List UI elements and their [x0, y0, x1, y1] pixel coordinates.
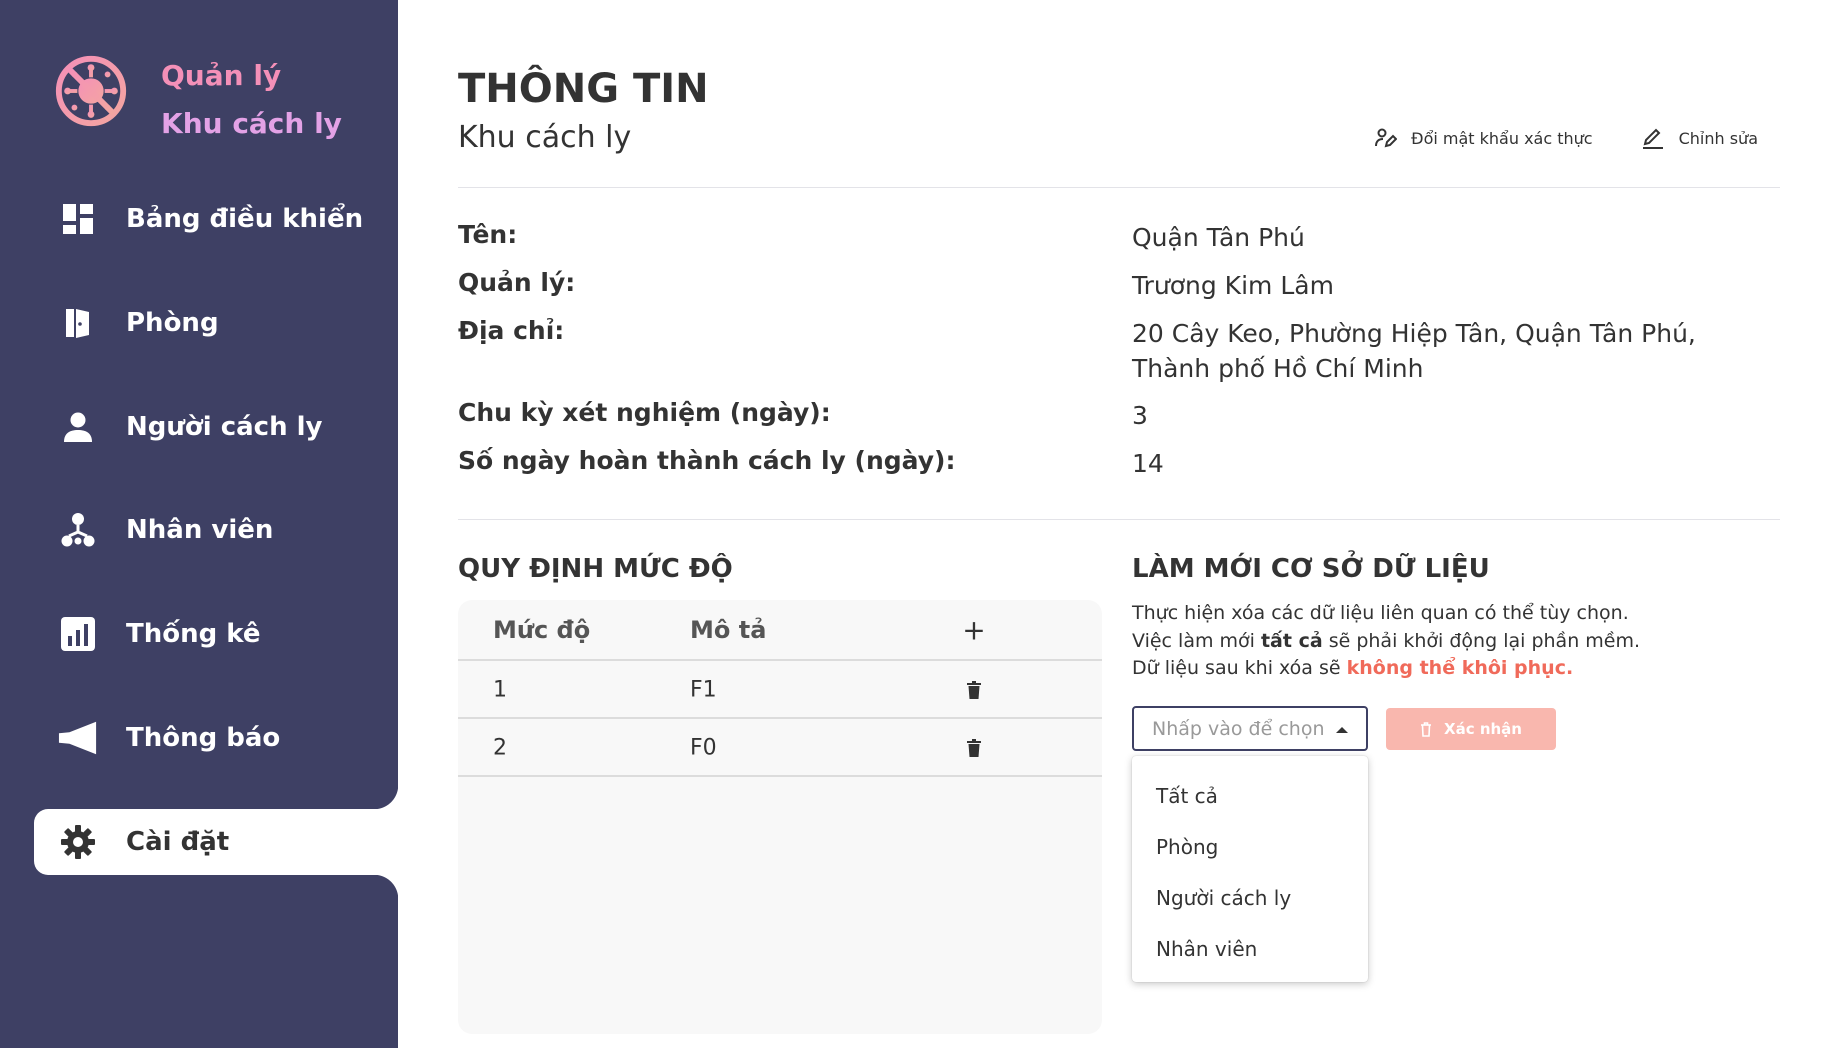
select-placeholder: Nhấp vào để chọn [1152, 717, 1325, 740]
table-row: 1 F1 [458, 663, 1102, 719]
dropdown-option-staff[interactable]: Nhân viên [1132, 923, 1368, 974]
refresh-warning: không thể khôi phục. [1346, 657, 1574, 679]
page-title: THÔNG TIN [458, 66, 709, 112]
refresh-line1: Thực hiện xóa các dữ liệu liên quan có t… [1132, 602, 1629, 624]
sidebar-item-rooms[interactable]: Phòng [34, 290, 398, 356]
sidebar-item-label: Nhân viên [126, 515, 274, 545]
column-header-description: Mô tả [690, 615, 767, 644]
sidebar-item-label: Thông báo [126, 723, 281, 753]
refresh-title: LÀM MỚI CƠ SỞ DỮ LIỆU [1132, 554, 1490, 584]
edit-button[interactable]: Chỉnh sửa [1641, 126, 1758, 150]
person-icon [58, 407, 98, 447]
info-label: Tên: [458, 220, 518, 249]
info-label: Chu kỳ xét nghiệm (ngày): [458, 398, 831, 427]
refresh-line2-post: sẽ phải khởi động lại phần mềm. [1322, 629, 1641, 652]
table-row: 2 F0 [458, 721, 1102, 777]
confirm-label: Xác nhận [1444, 720, 1522, 738]
app-title-line1: Quản lý [161, 59, 282, 92]
sidebar-item-label: Cài đặt [126, 827, 230, 857]
info-value: 20 Cây Keo, Phường Hiệp Tân, Quận Tân Ph… [1132, 319, 1696, 383]
sidebar: Quản lý Khu cách ly Bảng điều khiển Phòn… [0, 0, 398, 1048]
info-value: 14 [1132, 449, 1164, 478]
caret-up-icon [1336, 727, 1348, 733]
dropdown-option-quarantined[interactable]: Người cách ly [1132, 872, 1368, 923]
main-content: THÔNG TIN Khu cách ly Đổi mật khẩu xác t… [458, 0, 1780, 1048]
sidebar-item-notifications[interactable]: Thông báo [34, 705, 398, 771]
sidebar-item-staff[interactable]: Nhân viên [34, 497, 398, 563]
sidebar-item-label: Phòng [126, 308, 219, 338]
sidebar-item-statistics[interactable]: Thống kê [34, 601, 398, 667]
description-cell: F0 [690, 735, 717, 761]
description-cell: F1 [690, 677, 717, 703]
info-label: Quản lý: [458, 268, 576, 297]
info-label: Địa chỉ: [458, 316, 565, 345]
sidebar-item-quarantined[interactable]: Người cách ly [34, 394, 398, 460]
refresh-line2-pre: Việc làm mới [1132, 629, 1261, 652]
refresh-line2: Việc làm mới tất cả sẽ phải khởi động lạ… [1132, 628, 1752, 656]
refresh-options-dropdown: Tất cả Phòng Người cách ly Nhân viên [1132, 756, 1368, 982]
dropdown-option-all[interactable]: Tất cả [1132, 770, 1368, 821]
refresh-line3-pre: Dữ liệu sau khi xóa sẽ [1132, 657, 1347, 679]
sidebar-item-label: Bảng điều khiển [126, 204, 364, 234]
trash-icon [1421, 721, 1432, 737]
levels-table: Mức độ Mô tả + 1 F1 2 F0 [458, 600, 1102, 1034]
sidebar-item-settings[interactable]: Cài đặt [34, 785, 398, 899]
door-icon [58, 303, 98, 343]
refresh-description: Thực hiện xóa các dữ liệu liên quan có t… [1132, 600, 1752, 683]
level-cell: 1 [493, 677, 507, 703]
sidebar-item-label: Người cách ly [126, 412, 323, 442]
page-subtitle: Khu cách ly [458, 120, 632, 155]
virus-prohibited-icon [55, 55, 127, 127]
sidebar-item-label: Thống kê [126, 619, 261, 649]
pencil-icon [1642, 128, 1663, 149]
megaphone-icon [58, 718, 98, 758]
edit-label: Chỉnh sửa [1678, 128, 1758, 148]
refresh-line2-bold: tất cả [1260, 629, 1323, 652]
delete-row-button[interactable] [962, 739, 986, 757]
divider [458, 187, 1780, 188]
delete-row-button[interactable] [962, 681, 986, 699]
org-chart-icon [58, 510, 98, 550]
info-value: Quận Tân Phú [1132, 223, 1305, 252]
refresh-line3: Dữ liệu sau khi xóa sẽ không thể khôi ph… [1132, 655, 1752, 683]
header-actions: Đổi mật khẩu xác thực Chỉnh sửa [1327, 126, 1758, 150]
sidebar-item-dashboard[interactable]: Bảng điều khiển [34, 186, 398, 252]
trash-icon [967, 681, 981, 699]
info-label: Số ngày hoàn thành cách ly (ngày): [458, 446, 956, 475]
confirm-button[interactable]: Xác nhận [1386, 708, 1556, 750]
trash-icon [967, 739, 981, 757]
app-title: Quản lý Khu cách ly [161, 52, 401, 148]
info-value: Trương Kim Lâm [1132, 271, 1334, 300]
column-header-level: Mức độ [493, 615, 591, 644]
bar-chart-icon [58, 614, 98, 654]
table-header: Mức độ Mô tả + [458, 600, 1102, 661]
app-title-line2: Khu cách ly [161, 107, 342, 140]
dashboard-icon [58, 199, 98, 239]
divider [458, 519, 1780, 520]
gear-icon [58, 822, 98, 862]
app-logo: Quản lý Khu cách ly [52, 52, 342, 140]
refresh-target-select[interactable]: Nhấp vào để chọn [1132, 706, 1368, 751]
add-level-button[interactable]: + [962, 613, 986, 646]
levels-title: QUY ĐỊNH MỨC ĐỘ [458, 554, 733, 584]
change-password-label: Đổi mật khẩu xác thực [1411, 128, 1593, 148]
level-cell: 2 [493, 735, 507, 761]
change-password-button[interactable]: Đổi mật khẩu xác thực [1375, 128, 1593, 148]
info-value: 3 [1132, 401, 1148, 430]
user-edit-icon [1375, 128, 1398, 148]
dropdown-option-rooms[interactable]: Phòng [1132, 821, 1368, 872]
